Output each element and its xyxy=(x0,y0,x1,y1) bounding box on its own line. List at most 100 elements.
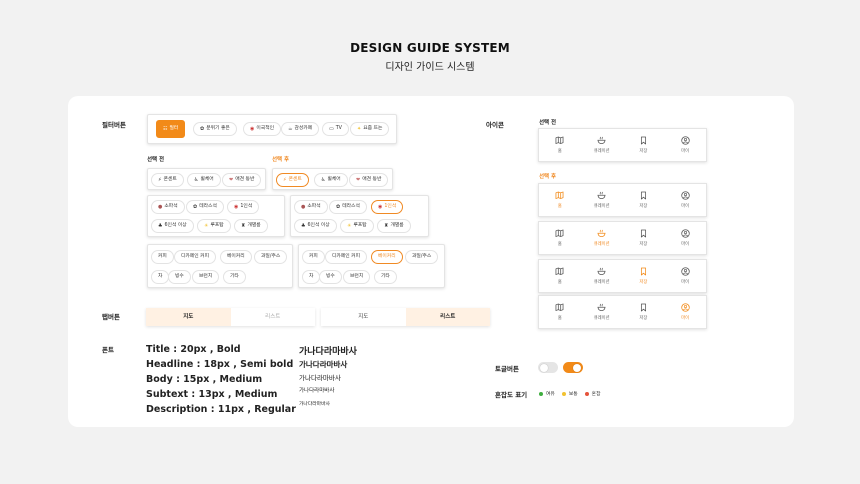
terrace-icon: ✿ xyxy=(193,204,198,210)
filter-chip[interactable]: 브런치 xyxy=(343,270,371,284)
filter-main-chip[interactable]: ☷ 필터 xyxy=(156,120,186,138)
nav-item-label: 저장 xyxy=(639,204,648,209)
plug-icon: ⚡ xyxy=(283,177,287,183)
nav-item-bowl[interactable]: 큐레이션 xyxy=(581,129,623,161)
page-title: DESIGN GUIDE SYSTEM xyxy=(350,41,510,55)
filter-chip[interactable]: ✿ 테라스석 xyxy=(329,200,367,214)
nav-item-bookmark[interactable]: 저장 xyxy=(623,222,665,254)
filter-chip[interactable]: 기타 xyxy=(374,270,397,284)
single-seat-icon: ◉ xyxy=(234,204,239,210)
nav-item-label: 마이 xyxy=(681,316,690,321)
nav-item-user[interactable]: 마이 xyxy=(664,129,706,161)
nav-item-user[interactable]: 마이 xyxy=(664,296,706,328)
tab-map[interactable]: 지도 xyxy=(321,308,406,326)
filter-chip[interactable]: 커피 xyxy=(151,250,174,264)
nav-item-map[interactable]: 홈 xyxy=(539,222,581,254)
nav-item-bookmark[interactable]: 저장 xyxy=(623,296,665,328)
nav-item-user[interactable]: 마이 xyxy=(664,222,706,254)
tab-list[interactable]: 리스트 xyxy=(231,308,316,326)
filter-chip[interactable]: 기타 xyxy=(223,270,246,284)
filter-chip[interactable]: ♜ 개별룸 xyxy=(377,219,411,233)
nav-item-map[interactable]: 홈 xyxy=(539,296,581,328)
nav-item-label: 저장 xyxy=(639,280,648,285)
user-icon xyxy=(680,303,690,312)
filter-bar: ☷ 필터 ✿ 분위기 좋은 ◉ 이국적인 ☕ 감성카페 ▭ TV ✦ 요즘 뜨는 xyxy=(147,114,397,144)
filter-chip[interactable]: 빙수 xyxy=(319,270,342,284)
nav-item-user[interactable]: 마이 xyxy=(664,260,706,292)
icon-after-label: 선택 후 xyxy=(539,174,557,180)
filter-chip[interactable]: ✦ 요즘 뜨는 xyxy=(350,122,390,136)
toggle-knob xyxy=(540,363,548,372)
filter-chip[interactable]: ● 소파석 xyxy=(151,200,185,214)
nav-item-bookmark[interactable]: 저장 xyxy=(623,129,665,161)
bookmark-icon xyxy=(640,267,646,276)
section-crowd-label: 혼잡도 표기 xyxy=(495,391,528,399)
filter-chip[interactable]: ♣ 6인석 이상 xyxy=(151,219,194,233)
facility-panel-before: ⚡ 콘센트 ♿ 휠체어 ❤ 애견 동반 xyxy=(147,168,266,190)
filter-chip[interactable]: 차 xyxy=(151,270,170,284)
nav-item-bowl[interactable]: 큐레이션 xyxy=(581,296,623,328)
nav-item-map[interactable]: 홈 xyxy=(539,129,581,161)
filter-chip[interactable]: ▭ TV xyxy=(322,122,349,136)
filter-chip-selected[interactable]: ⚡ 콘센트 xyxy=(276,173,309,187)
seat-panel-before: ● 소파석 ✿ 테라스석 ◉ 1인석 ♣ 6인석 이상 ☀ 루프탑 ♜ 개별룸 xyxy=(147,195,285,237)
filter-chip[interactable]: ◉ 이국적인 xyxy=(243,122,282,136)
nav-item-map[interactable]: 홈 xyxy=(539,184,581,216)
filter-chip[interactable]: ♿ 휠체어 xyxy=(314,173,348,187)
nav-item-bowl[interactable]: 큐레이션 xyxy=(581,222,623,254)
nav-item-label: 마이 xyxy=(681,242,690,247)
filter-chip-selected[interactable]: 베이커리 xyxy=(371,250,403,264)
bowl-icon xyxy=(597,267,606,275)
filter-chip[interactable]: 차 xyxy=(302,270,321,284)
filter-chip[interactable]: 베이커리 xyxy=(220,250,252,264)
filter-chip[interactable]: ❤ 애견 동반 xyxy=(222,173,262,187)
filter-chip[interactable]: ⚡ 콘센트 xyxy=(151,173,184,187)
filter-chip[interactable]: 브런치 xyxy=(192,270,220,284)
map-icon xyxy=(555,303,564,311)
filter-chip[interactable]: 과일/주스 xyxy=(405,250,439,264)
nav-item-label: 큐레이션 xyxy=(593,204,610,209)
single-seat-icon: ◉ xyxy=(378,204,383,210)
font-sample-list: 가나다라마바사 가나다라마바사 가나다라마바사 가나다라마바사 가나다라마바사 xyxy=(299,344,357,412)
toggle-on[interactable] xyxy=(563,362,583,373)
section-font-label: 폰트 xyxy=(102,346,114,354)
filter-chip[interactable]: ☀ 루프탑 xyxy=(340,219,374,233)
globe-icon: ◉ xyxy=(250,126,255,132)
filter-chip[interactable]: ✿ 분위기 좋은 xyxy=(193,122,237,136)
map-icon xyxy=(555,229,564,237)
filter-chip[interactable]: ♿ 휠체어 xyxy=(187,173,221,187)
filter-chip[interactable]: 과일/주스 xyxy=(254,250,288,264)
cafe-icon: ☕ xyxy=(288,126,293,132)
filter-chip[interactable]: ✿ 테라스석 xyxy=(186,200,224,214)
nav-item-map[interactable]: 홈 xyxy=(539,260,581,292)
map-icon xyxy=(555,191,564,199)
filter-chip[interactable]: 빙수 xyxy=(168,270,191,284)
font-sample-subtext: 가나다라마바사 xyxy=(299,388,335,394)
nav-item-bookmark[interactable]: 저장 xyxy=(623,184,665,216)
filter-chip[interactable]: ◉ 1인석 xyxy=(227,200,260,214)
nav-item-user[interactable]: 마이 xyxy=(664,184,706,216)
filter-chip-selected[interactable]: ◉ 1인석 xyxy=(371,200,404,214)
tab-map[interactable]: 지도 xyxy=(146,308,231,326)
map-icon xyxy=(555,267,564,275)
filter-chip[interactable]: 커피 xyxy=(302,250,325,264)
icon-before-label: 선택 전 xyxy=(539,120,557,126)
facility-panel-after: ⚡ 콘센트 ♿ 휠체어 ❤ 애견 동반 xyxy=(272,168,393,190)
filter-chip[interactable]: ☕ 감성카페 xyxy=(281,122,320,136)
filter-chip[interactable]: 디카페인 커피 xyxy=(325,250,368,264)
nav-item-bowl[interactable]: 큐레이션 xyxy=(581,184,623,216)
filter-chip[interactable]: 디카페인 커피 xyxy=(174,250,217,264)
filter-chip[interactable]: ● 소파석 xyxy=(294,200,328,214)
filter-chip[interactable]: ❤ 애견 동반 xyxy=(349,173,389,187)
font-spec-body: Body : 15px , Medium xyxy=(146,374,263,385)
nav-item-label: 마이 xyxy=(681,149,690,154)
page-subtitle: 디자인 가이드 시스템 xyxy=(385,62,475,73)
filter-chip[interactable]: ♜ 개별룸 xyxy=(234,219,268,233)
nav-item-bowl[interactable]: 큐레이션 xyxy=(581,260,623,292)
filter-chip[interactable]: ♣ 6인석 이상 xyxy=(294,219,337,233)
toggle-off[interactable] xyxy=(538,362,558,373)
nav-item-bookmark[interactable]: 저장 xyxy=(623,260,665,292)
tab-list[interactable]: 리스트 xyxy=(405,308,490,326)
filter-chip[interactable]: ☀ 루프탑 xyxy=(197,219,231,233)
crowd-mid-label: 보통 xyxy=(568,392,578,397)
